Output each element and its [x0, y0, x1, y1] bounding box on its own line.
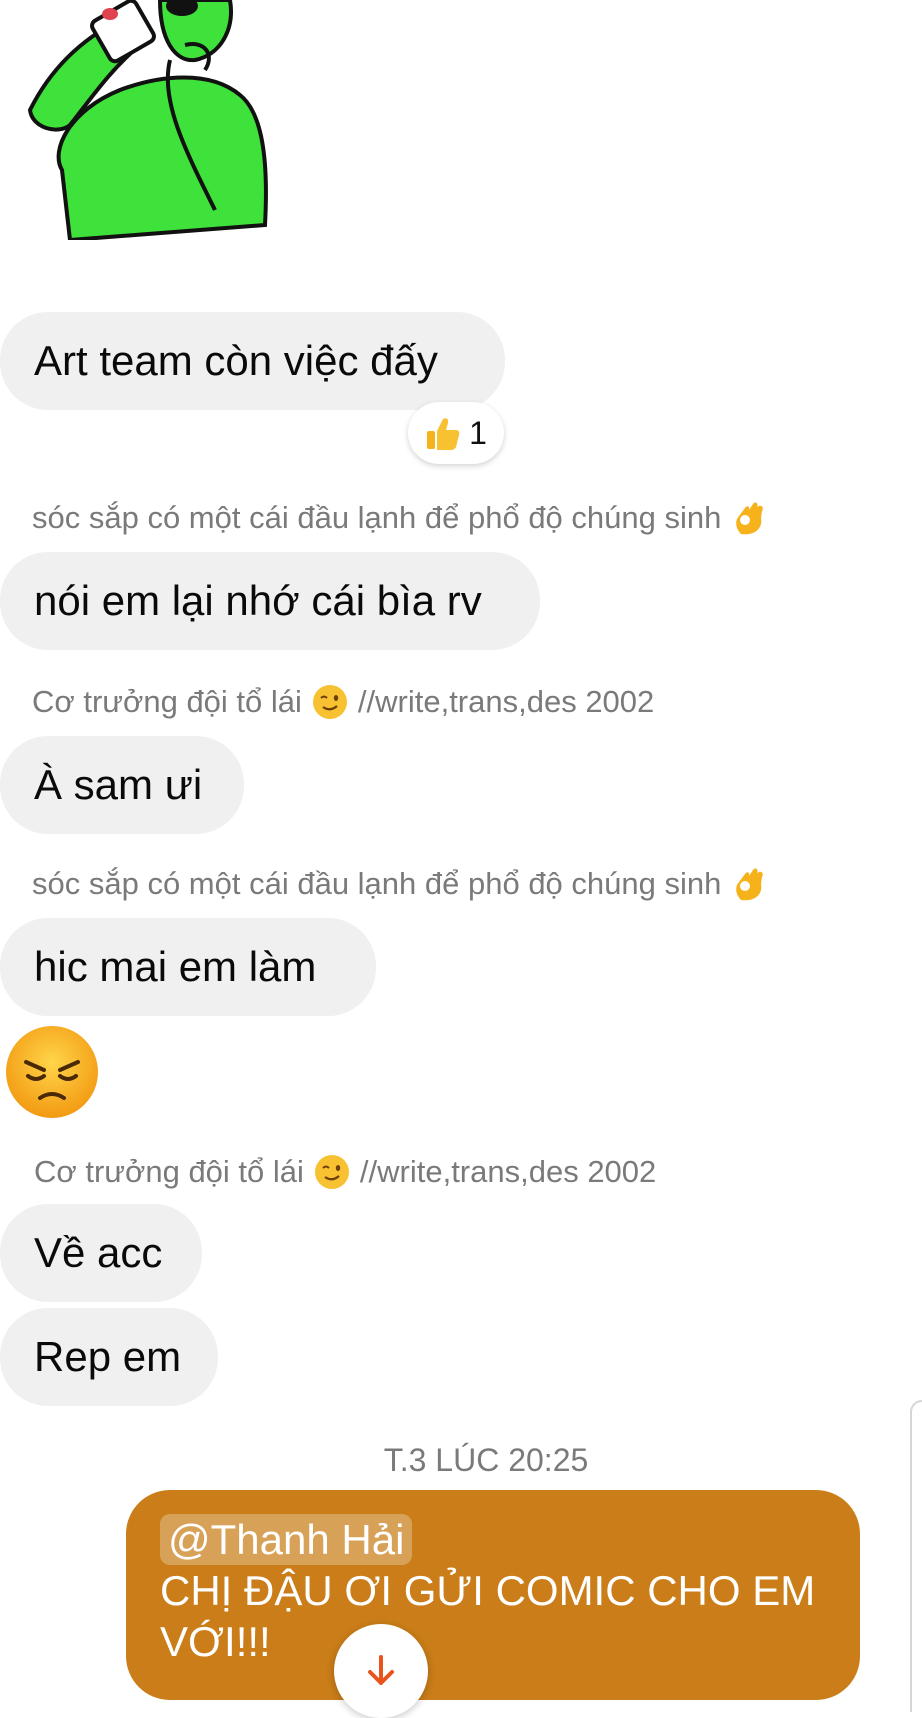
message-text: Art team còn việc đấy	[34, 337, 438, 384]
sender-name: sóc sắp có một cái đầu lạnh để phổ độ ch…	[32, 866, 767, 902]
message-bubble[interactable]: À sam ưi	[0, 736, 244, 834]
message-bubble[interactable]: Về acc	[0, 1204, 202, 1302]
reaction-badge[interactable]: 1	[408, 402, 504, 464]
alien-sticker-icon	[27, 0, 268, 243]
ok-hand-icon	[736, 502, 764, 535]
sender-name: Cơ trưởng đội tổ lái //write,trans,des 2…	[32, 684, 655, 719]
emoji-message[interactable]	[4, 1024, 100, 1120]
timestamp: T.3 LÚC 20:25	[383, 1442, 589, 1478]
sender-suffix: //write,trans,des 2002	[357, 684, 655, 719]
message-text: nói em lại nhớ cái bìa rv	[34, 577, 482, 624]
message-bubble[interactable]: Art team còn việc đấy	[0, 312, 505, 410]
mention-tag[interactable]: @Thanh Hải	[160, 1514, 413, 1566]
message-text: hic mai em làm	[34, 943, 317, 990]
message-text: À sam ưi	[34, 761, 203, 808]
winking-face-icon	[314, 1155, 349, 1189]
pensive-face-icon	[6, 1026, 98, 1118]
reaction-count: 1	[469, 414, 487, 451]
winking-face-icon	[312, 685, 347, 719]
sender-name: sóc sắp có một cái đầu lạnh để phổ độ ch…	[32, 500, 767, 536]
ok-hand-icon	[736, 868, 764, 901]
outgoing-message-bubble[interactable]: @Thanh Hải CHỊ ĐẬU ƠI GỬI COMIC CHO EM V…	[126, 1490, 860, 1700]
sender-suffix: //write,trans,des 2002	[359, 1154, 657, 1189]
scroll-to-bottom-button[interactable]	[334, 1624, 428, 1718]
thumbs-up-icon	[427, 418, 460, 450]
message-text: Về acc	[34, 1229, 163, 1276]
arrow-down-icon	[368, 1655, 394, 1685]
message-bubble[interactable]: Rep em	[0, 1308, 218, 1406]
side-panel-edge	[910, 1400, 922, 1712]
message-text: Rep em	[34, 1333, 182, 1380]
message-bubble[interactable]: nói em lại nhớ cái bìa rv	[0, 552, 540, 650]
outgoing-message-text: CHỊ ĐẬU ƠI GỬI COMIC CHO EM VỚI!!!	[160, 1567, 816, 1666]
message-bubble[interactable]: hic mai em làm	[0, 918, 376, 1016]
sticker-image[interactable]	[10, 0, 280, 243]
sender-name: Cơ trưởng đội tổ lái //write,trans,des 2…	[34, 1154, 657, 1189]
